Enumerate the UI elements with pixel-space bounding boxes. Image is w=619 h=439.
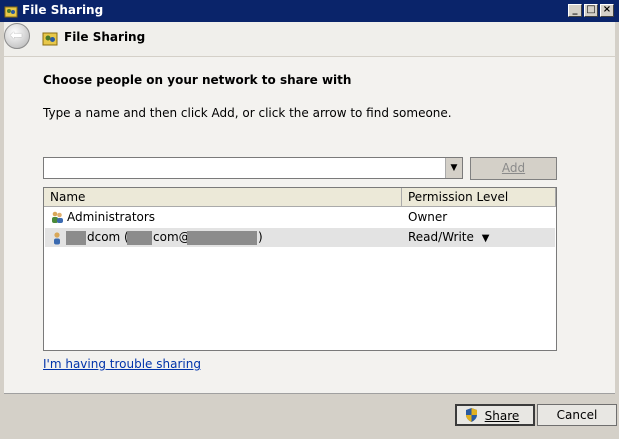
column-header-permission[interactable]: Permission Level (402, 188, 556, 207)
name-input[interactable] (43, 157, 463, 179)
row-name-part: com@ (153, 230, 191, 244)
page-title: File Sharing (64, 30, 146, 44)
instruction-text: Type a name and then click Add, or click… (43, 106, 452, 120)
row-permission: Read/Write (408, 230, 474, 244)
maximize-button[interactable]: □ (584, 4, 598, 17)
caret-down-icon[interactable]: ▼ (482, 233, 490, 244)
row-permission: Owner (408, 210, 448, 224)
footer-divider (4, 393, 615, 394)
chevron-down-icon: ▼ (450, 163, 458, 173)
share-button-label: Share (484, 409, 520, 423)
file-sharing-icon (4, 6, 18, 18)
group-icon (52, 211, 63, 223)
column-header-name[interactable]: Name (44, 188, 402, 207)
close-button[interactable]: × (600, 4, 614, 17)
trouble-sharing-link[interactable]: I'm having trouble sharing (43, 357, 201, 371)
row-name: Administrators (67, 210, 156, 224)
row-name-part: dcom ( (87, 230, 129, 244)
window-title: File Sharing (22, 3, 104, 17)
add-button[interactable]: Add (470, 157, 557, 180)
permission-dropdown[interactable]: Read/Write ▼ (408, 228, 489, 248)
section-heading: Choose people on your network to share w… (43, 73, 352, 87)
back-button[interactable]: ⬅ (4, 23, 30, 49)
file-sharing-icon (42, 32, 58, 46)
redacted-text (127, 231, 152, 245)
redacted-text (66, 231, 86, 245)
redacted-text (187, 231, 257, 245)
user-icon (54, 232, 60, 245)
back-arrow-icon: ⬅ (10, 26, 23, 44)
share-button[interactable]: Share (455, 404, 535, 426)
row-name-part: ) (258, 230, 263, 244)
minimize-button[interactable]: _ (568, 4, 582, 17)
dropdown-arrow-button[interactable]: ▼ (445, 158, 462, 178)
cancel-button[interactable]: Cancel (537, 404, 617, 426)
title-bar: File Sharing _ □ × (0, 0, 619, 22)
shield-icon (466, 408, 477, 422)
